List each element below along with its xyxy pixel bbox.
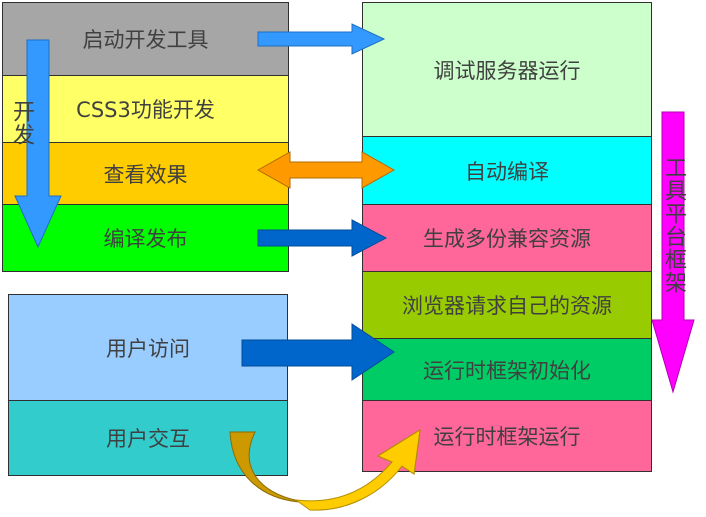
- arrows-layer: [14, 23, 695, 511]
- curve-highlight: [294, 429, 421, 511]
- arrow-visit-to-framework: [241, 323, 395, 381]
- tool-side-label: 工具平台框架: [661, 156, 686, 294]
- arrow-publish-to-resources: [257, 219, 388, 257]
- dev-side-label: 开发: [9, 100, 34, 146]
- double-arrow-effect-compile: [256, 151, 396, 189]
- arrow-tools-to-server: [257, 23, 386, 55]
